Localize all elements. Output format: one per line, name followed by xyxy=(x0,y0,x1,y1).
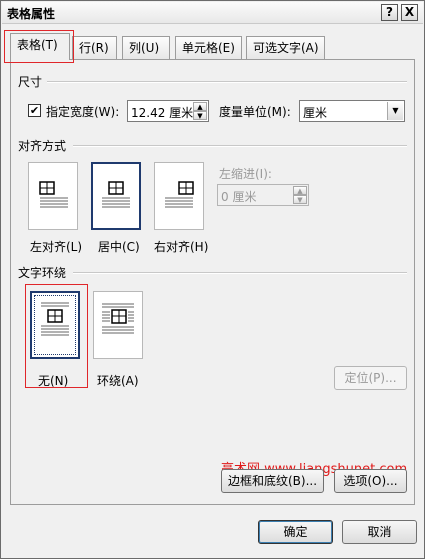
chevron-down-icon[interactable]: ▼ xyxy=(387,102,403,120)
ok-button[interactable]: 确定 xyxy=(258,520,333,544)
title-bar: 表格属性 ? X xyxy=(2,2,423,24)
wrap-around-icon xyxy=(102,303,134,334)
width-spin-arrows[interactable]: ▲ ▼ xyxy=(193,102,207,120)
tab-column[interactable]: 列(U) xyxy=(122,36,170,60)
tab-alt-text[interactable]: 可选文字(A) xyxy=(246,36,325,60)
close-button[interactable]: X xyxy=(401,4,418,21)
wrap-none-option[interactable] xyxy=(30,291,80,359)
alignment-divider xyxy=(73,145,407,147)
wrapping-group-title: 文字环绕 xyxy=(18,266,67,280)
wrapping-divider xyxy=(73,272,407,274)
help-button[interactable]: ? xyxy=(381,4,398,21)
tab-row[interactable]: 行(R) xyxy=(72,36,117,60)
align-right-icon xyxy=(165,181,194,208)
preferred-width-checkbox[interactable]: ✔ xyxy=(28,104,41,117)
align-right-option[interactable] xyxy=(154,162,204,230)
align-left-option[interactable] xyxy=(28,162,78,230)
measure-in-select[interactable]: 厘米 ▼ xyxy=(299,100,405,122)
spin-up-icon[interactable]: ▲ xyxy=(293,186,307,195)
wrap-around-option[interactable] xyxy=(93,291,143,359)
size-divider xyxy=(47,81,407,83)
align-right-label: 右对齐(H) xyxy=(154,240,209,254)
tab-panel xyxy=(10,59,415,505)
width-spinbox[interactable]: 12.42 厘米 ▲ ▼ xyxy=(127,100,209,122)
indent-value: 0 厘米 xyxy=(221,190,257,204)
align-center-label: 居中(C) xyxy=(98,240,140,254)
wrap-none-label: 无(N) xyxy=(38,374,69,388)
table-properties-dialog: 表格属性 ? X 表格(T) 行(R) 列(U) 单元格(E) 可选文字(A) … xyxy=(0,0,425,559)
options-button[interactable]: 选项(O)... xyxy=(334,469,407,493)
align-left-icon xyxy=(39,181,68,208)
tab-cell[interactable]: 单元格(E) xyxy=(175,36,242,60)
measure-in-value: 厘米 xyxy=(303,106,328,120)
width-value: 12.42 厘米 xyxy=(131,106,194,120)
wrap-around-label: 环绕(A) xyxy=(97,374,139,388)
wrap-none-icon xyxy=(41,302,69,336)
spin-up-icon[interactable]: ▲ xyxy=(193,102,207,111)
align-center-icon xyxy=(102,181,130,208)
spin-down-icon[interactable]: ▼ xyxy=(293,195,307,204)
spin-down-icon[interactable]: ▼ xyxy=(193,111,207,120)
cancel-button[interactable]: 取消 xyxy=(342,520,417,544)
align-center-option[interactable] xyxy=(91,162,141,230)
preferred-width-label: 指定宽度(W): xyxy=(46,105,120,119)
indent-spinbox[interactable]: 0 厘米 ▲ ▼ xyxy=(217,184,309,206)
tab-table[interactable]: 表格(T) xyxy=(10,33,70,60)
alignment-group-title: 对齐方式 xyxy=(18,139,67,153)
window-title: 表格属性 xyxy=(7,7,56,21)
indent-from-left-label: 左缩进(I): xyxy=(219,167,272,181)
borders-and-shading-button[interactable]: 边框和底纹(B)... xyxy=(221,469,324,493)
size-group-title: 尺寸 xyxy=(18,75,43,89)
align-left-label: 左对齐(L) xyxy=(30,240,83,254)
indent-spin-arrows[interactable]: ▲ ▼ xyxy=(293,186,307,204)
positioning-button[interactable]: 定位(P)... xyxy=(334,366,407,390)
measure-in-label: 度量单位(M): xyxy=(219,105,291,119)
